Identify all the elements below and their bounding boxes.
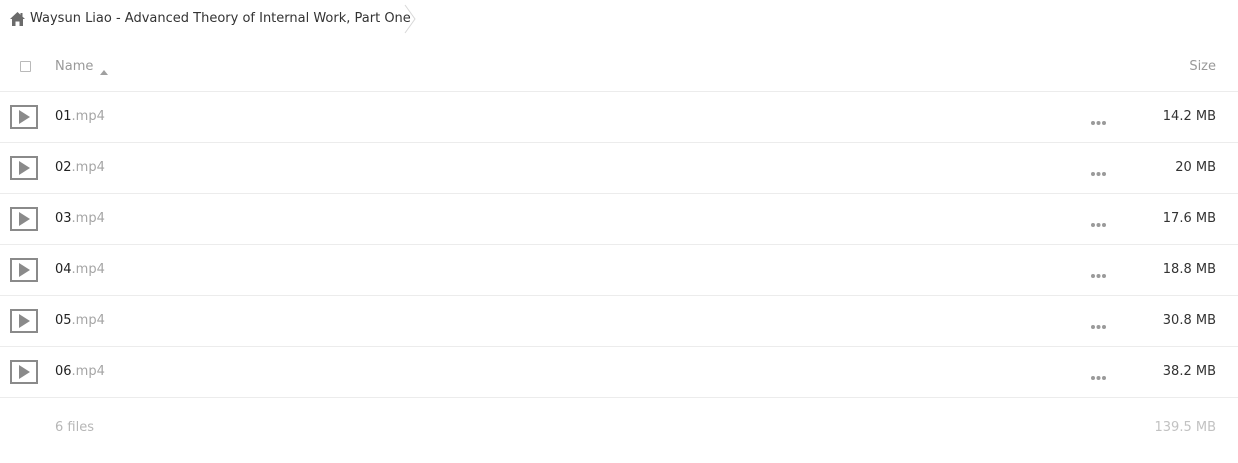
file-count-summary: 6 files [55, 420, 94, 435]
file-size: 17.6 MB [1162, 211, 1216, 226]
more-actions-icon[interactable] [1090, 115, 1107, 125]
breadcrumb-separator-icon [403, 4, 417, 34]
file-name[interactable]: 04.mp4 [55, 262, 105, 278]
file-list-header: Name Size [0, 42, 1238, 92]
more-actions-icon[interactable] [1090, 319, 1107, 329]
file-size: 18.8 MB [1162, 262, 1216, 277]
file-size: 20 MB [1175, 160, 1216, 175]
column-header-size[interactable]: Size [1189, 59, 1216, 75]
file-list: 01.mp4 14.2 MB 02.mp4 20 MB 03.mp4 17.6 … [0, 92, 1238, 398]
file-row[interactable]: 01.mp4 14.2 MB [0, 92, 1238, 143]
column-header-name[interactable]: Name [55, 59, 93, 75]
video-file-icon[interactable] [10, 156, 38, 180]
breadcrumb: Waysun Liao - Advanced Theory of Interna… [0, 0, 1238, 40]
file-size: 14.2 MB [1162, 109, 1216, 124]
file-name[interactable]: 03.mp4 [55, 211, 105, 227]
home-icon[interactable] [9, 11, 26, 27]
more-actions-icon[interactable] [1090, 166, 1107, 176]
more-actions-icon[interactable] [1090, 217, 1107, 227]
file-row[interactable]: 03.mp4 17.6 MB [0, 194, 1238, 245]
file-size: 30.8 MB [1162, 313, 1216, 328]
video-file-icon[interactable] [10, 207, 38, 231]
select-all-checkbox[interactable] [20, 61, 31, 72]
video-file-icon[interactable] [10, 309, 38, 333]
file-row[interactable]: 04.mp4 18.8 MB [0, 245, 1238, 296]
more-actions-icon[interactable] [1090, 370, 1107, 380]
file-name[interactable]: 05.mp4 [55, 313, 105, 329]
file-name[interactable]: 02.mp4 [55, 160, 105, 176]
file-row[interactable]: 05.mp4 30.8 MB [0, 296, 1238, 347]
sort-ascending-icon[interactable] [100, 64, 108, 75]
more-actions-icon[interactable] [1090, 268, 1107, 278]
total-size-summary: 139.5 MB [1154, 420, 1216, 435]
video-file-icon[interactable] [10, 105, 38, 129]
file-row[interactable]: 02.mp4 20 MB [0, 143, 1238, 194]
video-file-icon[interactable] [10, 360, 38, 384]
video-file-icon[interactable] [10, 258, 38, 282]
file-name[interactable]: 01.mp4 [55, 109, 105, 125]
file-size: 38.2 MB [1162, 364, 1216, 379]
file-name[interactable]: 06.mp4 [55, 364, 105, 380]
breadcrumb-folder-title[interactable]: Waysun Liao - Advanced Theory of Interna… [30, 11, 411, 27]
file-row[interactable]: 06.mp4 38.2 MB [0, 347, 1238, 398]
